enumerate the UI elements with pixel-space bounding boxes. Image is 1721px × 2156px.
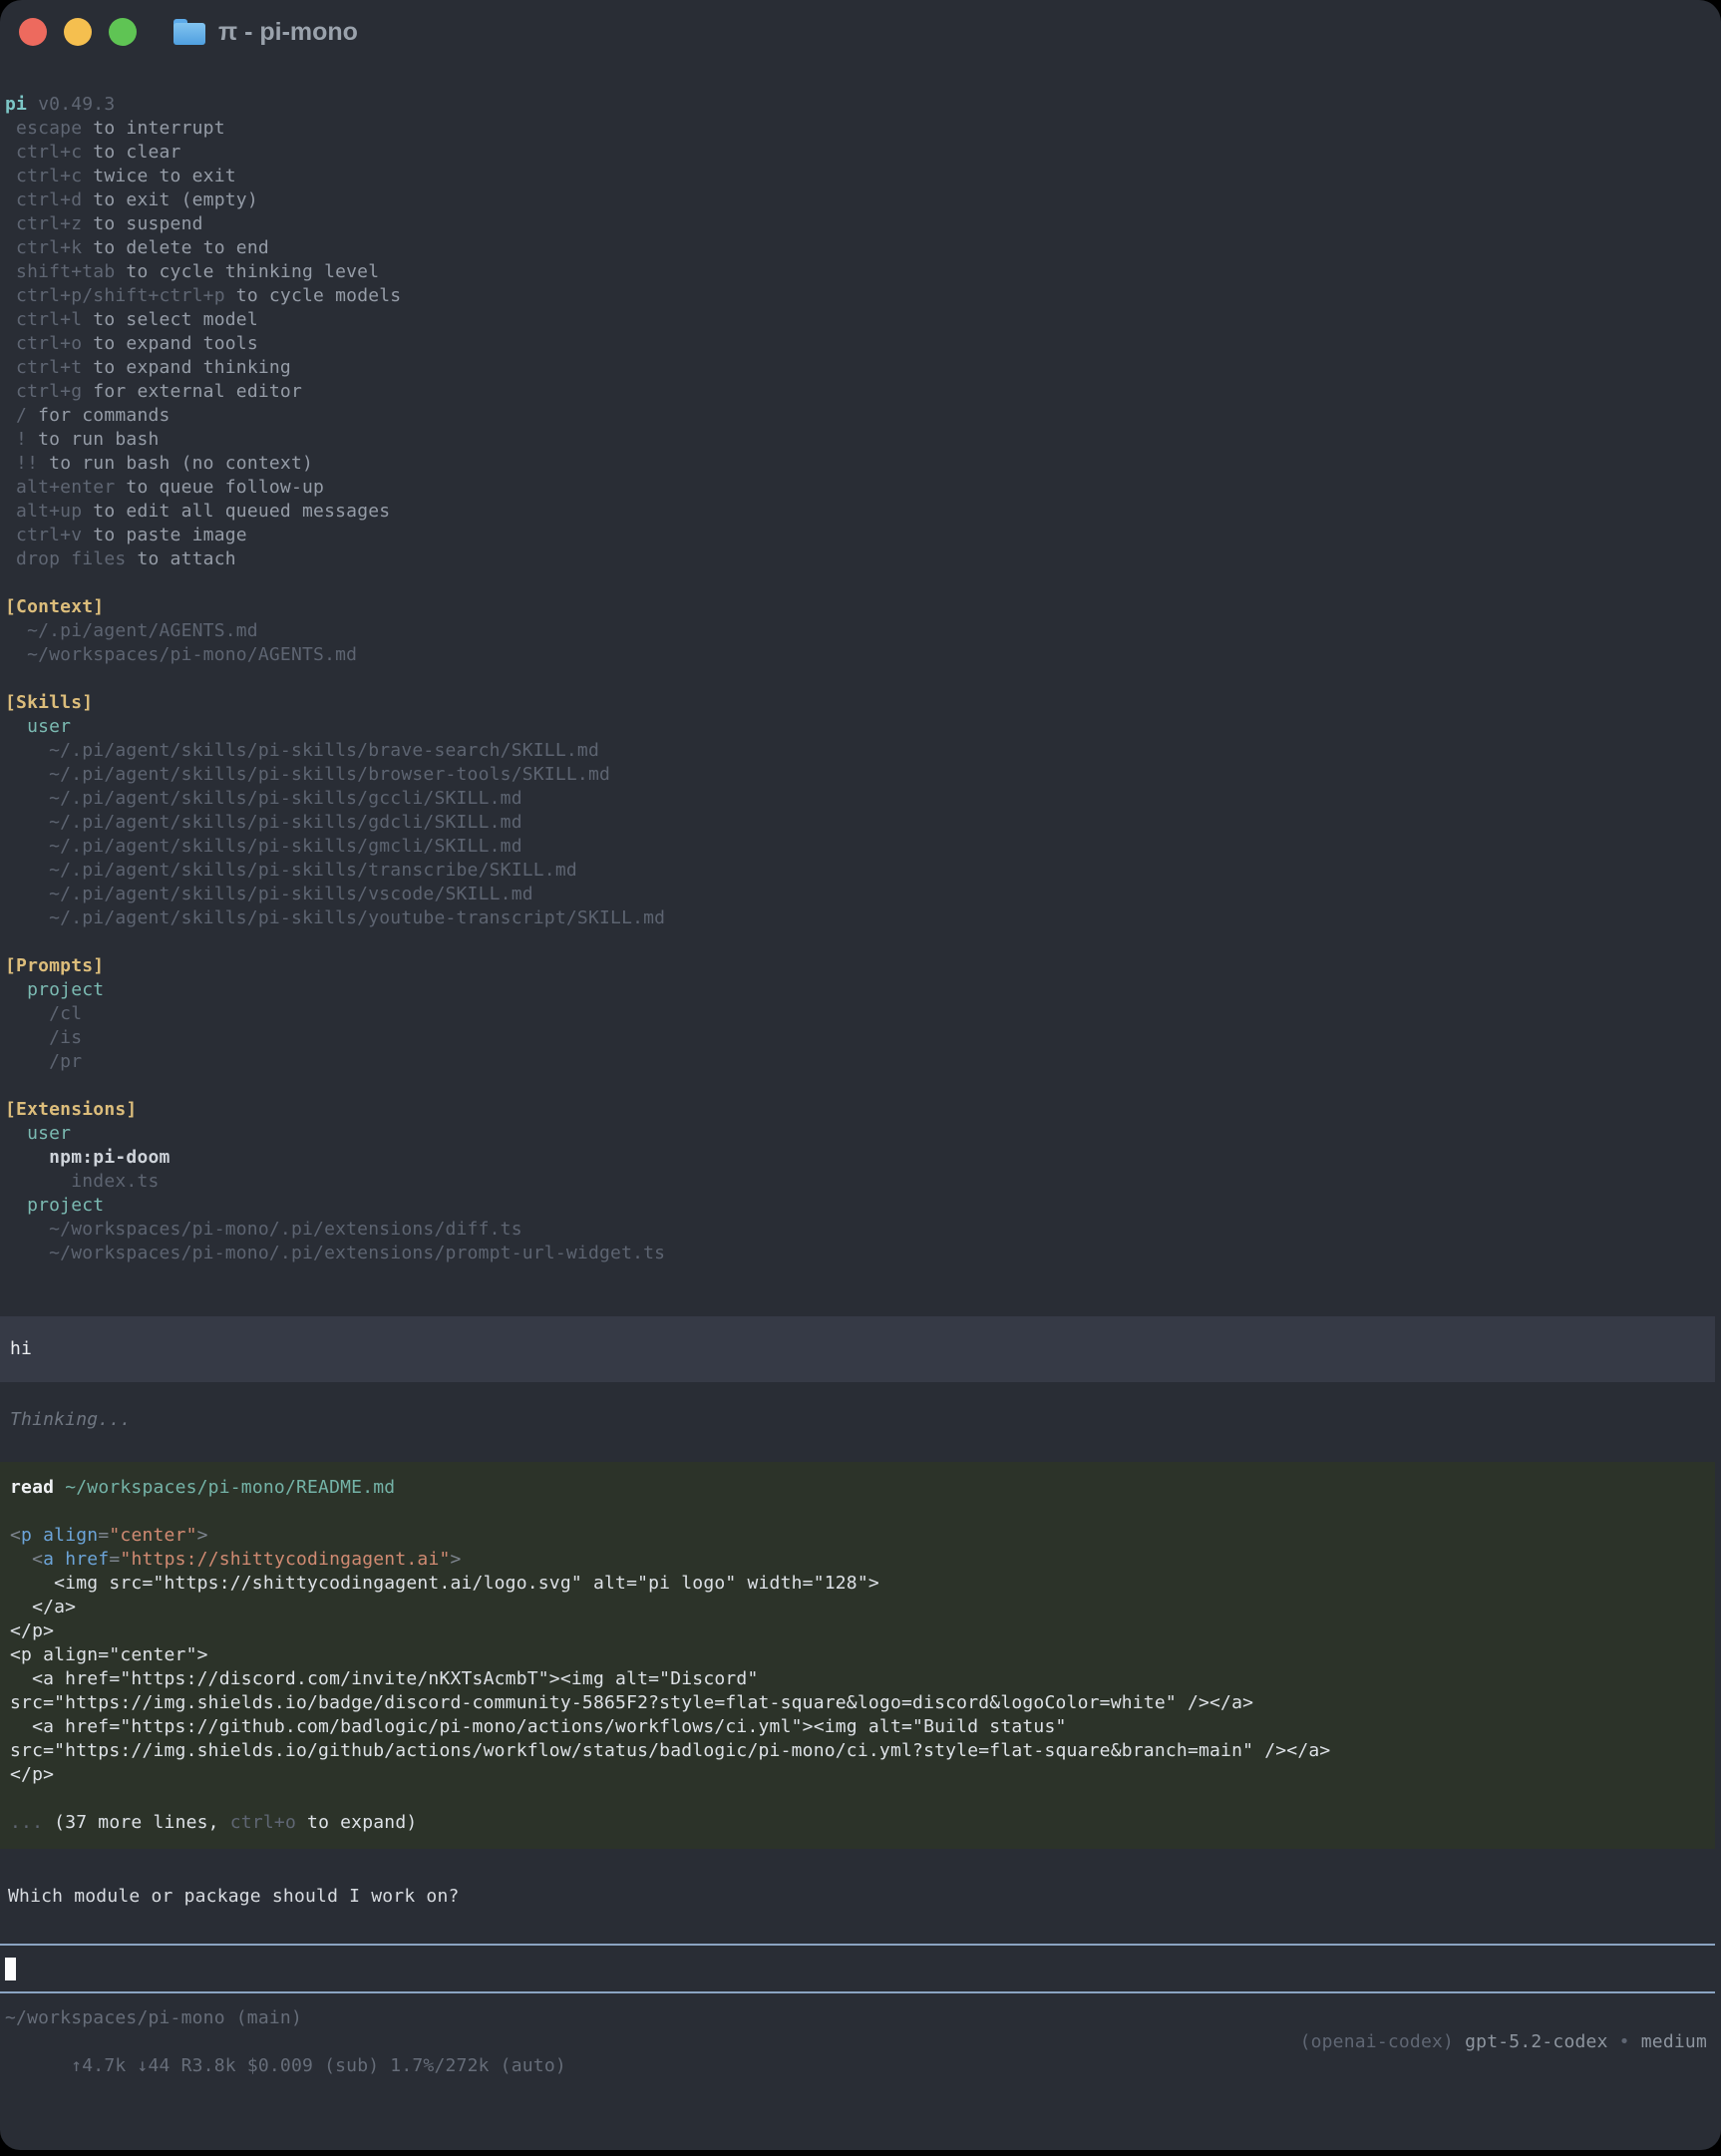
token-cost-stats: ↑4.7k ↓44 R3.8k $0.009 (sub) 1.7%/272k (… (71, 2055, 566, 2076)
section-heading: [Extensions] (5, 1098, 1721, 1122)
help-line: ctrl+d to exit (empty) (5, 188, 1721, 212)
section-row: index.ts (5, 1170, 1721, 1194)
tool-arg-path: ~/workspaces/pi-mono/README.md (65, 1477, 395, 1498)
desktop: { "window": { "title": "π - pi-mono" }, … (0, 0, 1721, 2156)
tool-output-preview: <p align="center"> <a href="https://shit… (10, 1524, 1715, 1787)
section-row: ~/.pi/agent/skills/pi-skills/gmcli/SKILL… (5, 835, 1721, 859)
section-row: /pr (5, 1050, 1721, 1074)
model-info: (openai-codex) gpt-5.2-codex • medium (1300, 2030, 1707, 2054)
code-line: </p> (10, 1619, 1715, 1643)
folder-icon (173, 19, 205, 45)
help-line: ctrl+l to select model (5, 308, 1721, 332)
code-line: <p align="center"> (10, 1643, 1715, 1667)
maximize-window-button[interactable] (109, 18, 137, 46)
section-row: ~/.pi/agent/skills/pi-skills/gdcli/SKILL… (5, 811, 1721, 835)
help-line: / for commands (5, 404, 1721, 428)
help-line: ctrl+c twice to exit (5, 165, 1721, 188)
help-line: ctrl+o to expand tools (5, 332, 1721, 356)
help-line: ctrl+t to expand thinking (5, 356, 1721, 380)
help-line: ctrl+c to clear (5, 141, 1721, 165)
help-line: ctrl+z to suspend (5, 212, 1721, 236)
help-line: !! to run bash (no context) (5, 452, 1721, 476)
code-line: src="https://img.shields.io/badge/discor… (10, 1691, 1715, 1715)
close-window-button[interactable] (19, 18, 47, 46)
section-row: /cl (5, 1002, 1721, 1026)
section-row: ~/.pi/agent/skills/pi-skills/youtube-tra… (5, 906, 1721, 930)
section-row: ~/.pi/agent/skills/pi-skills/gccli/SKILL… (5, 787, 1721, 811)
help-line: alt+up to edit all queued messages (5, 500, 1721, 524)
truncation-notice: ... (37 more lines, ctrl+o to expand) (10, 1811, 1715, 1835)
cwd-and-branch: ~/workspaces/pi-mono (main) (5, 2006, 1715, 2030)
section-row: ~/workspaces/pi-mono/.pi/extensions/diff… (5, 1218, 1721, 1242)
section-row: user (5, 715, 1721, 739)
help-line: alt+enter to queue follow-up (5, 476, 1721, 500)
app-banner: pi v0.49.3 (5, 93, 1721, 117)
section-heading: [Skills] (5, 691, 1721, 715)
thinking-indicator: Thinking... (10, 1408, 131, 1432)
section-row: user (5, 1122, 1721, 1146)
code-line: <a href="https://discord.com/invite/nKXT… (10, 1667, 1715, 1691)
code-line: src="https://img.shields.io/github/actio… (10, 1739, 1715, 1763)
code-line: <a href="https://github.com/badlogic/pi-… (10, 1715, 1715, 1739)
help-line: ctrl+k to delete to end (5, 236, 1721, 260)
section-row: ~/.pi/agent/skills/pi-skills/browser-too… (5, 763, 1721, 787)
code-line: </p> (10, 1763, 1715, 1787)
help-line: drop files to attach (5, 547, 1721, 571)
blank-line (5, 667, 1721, 691)
model-name: gpt-5.2-codex (1465, 2031, 1607, 2052)
window-controls (0, 18, 137, 46)
section-row: project (5, 978, 1721, 1002)
blank-line (5, 1074, 1721, 1098)
titlebar: π - pi-mono (0, 0, 1721, 64)
help-line: ctrl+p/shift+ctrl+p to cycle models (5, 284, 1721, 308)
code-line: <p align="center"> (10, 1524, 1715, 1548)
help-line: escape to interrupt (5, 117, 1721, 141)
code-line: </a> (10, 1596, 1715, 1619)
section-row: ~/.pi/agent/skills/pi-skills/brave-searc… (5, 739, 1721, 763)
help-line: ctrl+g for external editor (5, 380, 1721, 404)
provider-name: (openai-codex) (1300, 2031, 1455, 2052)
user-message: hi (0, 1316, 1715, 1382)
window-title: π - pi-mono (218, 18, 358, 47)
code-line: <img src="https://shittycodingagent.ai/l… (10, 1572, 1715, 1596)
app-name: pi (5, 94, 27, 115)
section-row: project (5, 1194, 1721, 1218)
section-row: ~/.pi/agent/skills/pi-skills/vscode/SKIL… (5, 883, 1721, 906)
app-version: v0.49.3 (38, 94, 115, 115)
code-line: <a href="https://shittycodingagent.ai"> (10, 1548, 1715, 1572)
terminal-content: pi v0.49.3 escape to interrupt ctrl+c to… (5, 93, 1721, 1265)
blank-line (10, 1787, 1715, 1811)
assistant-message: Which module or package should I work on… (8, 1885, 460, 1909)
help-line: shift+tab to cycle thinking level (5, 260, 1721, 284)
user-message-text: hi (10, 1337, 1715, 1361)
shortcut-help-list: escape to interrupt ctrl+c to clear ctrl… (5, 117, 1721, 571)
section-row: ~/workspaces/pi-mono/.pi/extensions/prom… (5, 1242, 1721, 1265)
status-bar: ~/workspaces/pi-mono (main) ↑4.7k ↓44 R3… (5, 2006, 1715, 2054)
help-line: ctrl+v to paste image (5, 524, 1721, 547)
section-row: /is (5, 1026, 1721, 1050)
tool-call-read: read ~/workspaces/pi-mono/README.md <p a… (0, 1462, 1715, 1849)
blank-line (10, 1500, 1715, 1524)
section-row: ~/.pi/agent/skills/pi-skills/transcribe/… (5, 859, 1721, 883)
input-divider-bottom (0, 1991, 1715, 1993)
section-row: ~/.pi/agent/AGENTS.md (5, 619, 1721, 643)
section-row: npm:pi-doom (5, 1146, 1721, 1170)
minimize-window-button[interactable] (64, 18, 92, 46)
separator-dot: • (1619, 2031, 1630, 2052)
help-line: ! to run bash (5, 428, 1721, 452)
section-heading: [Prompts] (5, 954, 1721, 978)
reasoning-level: medium (1641, 2031, 1707, 2052)
tool-name: read (10, 1477, 54, 1498)
startup-sections: [Context] ~/.pi/agent/AGENTS.md ~/worksp… (5, 571, 1721, 1265)
terminal-window: π - pi-mono pi v0.49.3 escape to interru… (0, 0, 1721, 2150)
prompt-input[interactable] (0, 1946, 1715, 1991)
blank-line (5, 930, 1721, 954)
section-heading: [Context] (5, 595, 1721, 619)
section-row: ~/workspaces/pi-mono/AGENTS.md (5, 643, 1721, 667)
session-stats-row: ↑4.7k ↓44 R3.8k $0.009 (sub) 1.7%/272k (… (5, 2030, 1715, 2054)
text-cursor (5, 1958, 16, 1980)
tool-call-header: read ~/workspaces/pi-mono/README.md (10, 1476, 1715, 1500)
blank-line (5, 571, 1721, 595)
